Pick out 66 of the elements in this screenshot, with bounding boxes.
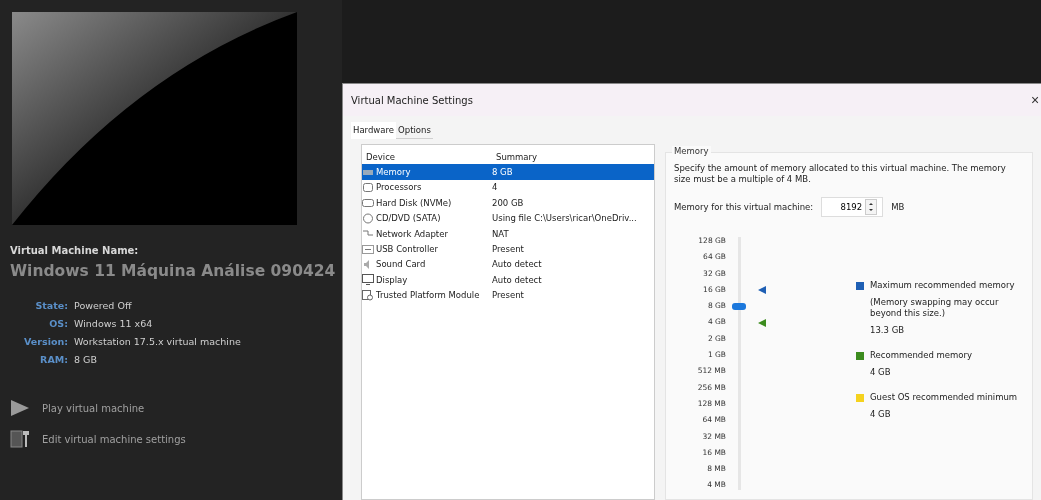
detail-value: Windows 11 x64 xyxy=(74,318,154,329)
group-title: Memory xyxy=(672,146,711,156)
detail-label: Version: xyxy=(23,336,68,347)
device-row[interactable]: Network Adapter NAT xyxy=(362,225,654,242)
summary-cell-text: Auto detect xyxy=(492,274,543,285)
device-cell: CD/DVD (SATA) xyxy=(362,212,492,224)
field-label: Memory for this virtual machine: xyxy=(674,202,814,212)
unit-label: MB xyxy=(891,202,905,212)
action-link[interactable]: Edit virtual machine settings xyxy=(10,429,342,449)
summary-cell-text: 4 xyxy=(492,182,499,193)
detail-label: RAM: xyxy=(39,354,68,365)
summary-cell-text: Present xyxy=(492,244,525,255)
legend-value: 4 GB xyxy=(870,367,892,378)
monitor-icon xyxy=(362,274,374,286)
device-cell: Display xyxy=(362,274,492,286)
device-cell: Sound Card xyxy=(362,258,492,270)
column-header: Summary xyxy=(495,151,539,162)
legend-label: Guest OS recommended minimum xyxy=(870,392,1018,403)
action-link[interactable]: Play virtual machine xyxy=(10,399,342,417)
summary-cell-text: Using file C:\Users\ricar\OneDriv... xyxy=(492,213,638,224)
name-label: Virtual Machine Name: xyxy=(10,245,140,256)
legend-note: (Memory swapping may occur beyond this size.) xyxy=(870,297,1000,319)
disc-icon xyxy=(362,212,374,224)
memory-field[interactable]: 8192 xyxy=(821,197,884,217)
summary-cell-text: Present xyxy=(492,290,525,301)
detail-value: 8 GB xyxy=(74,354,98,365)
device-row[interactable]: Hard Disk (NVMe) 200 GB xyxy=(362,195,654,211)
spinner-icon[interactable] xyxy=(865,199,878,215)
usb-icon xyxy=(362,243,374,255)
memory-input[interactable]: 8192 xyxy=(822,202,866,212)
device-cell: Memory xyxy=(362,166,492,178)
play-icon xyxy=(10,399,30,417)
device-row[interactable]: USB Controller Present xyxy=(362,241,654,257)
vm-name: Windows 11 Máquina Análise 090424 xyxy=(10,262,337,280)
processor-icon xyxy=(362,181,374,193)
summary-cell-text: NAT xyxy=(492,228,510,239)
summary-cell-text: 200 GB xyxy=(492,197,525,208)
settings-icon xyxy=(10,429,30,449)
window-title: Virtual Machine Settings xyxy=(351,94,473,106)
device-cell: Hard Disk (NVMe) xyxy=(362,197,492,209)
detail-value: Powered Off xyxy=(74,300,133,311)
description: Specify the amount of memory allocated to this virtual machine. The memory size must be a multiple of 4 MB. xyxy=(674,163,1007,185)
device-row[interactable]: Memory 8 GB xyxy=(362,164,654,180)
tab[interactable]: Hardware xyxy=(351,122,397,139)
legend-value: 13.3 GB xyxy=(870,325,906,336)
tab[interactable]: Options xyxy=(396,122,433,139)
summary-cell-text: 8 GB xyxy=(492,167,514,178)
device-cell: Trusted Platform Module xyxy=(362,289,492,301)
legend-label: Recommended memory xyxy=(870,350,973,361)
legend-value: 4 GB xyxy=(870,409,892,420)
device-cell: Network Adapter xyxy=(362,228,492,240)
device-row[interactable]: Sound Card Auto detect xyxy=(362,256,654,273)
column-header: Device xyxy=(365,151,397,162)
legend-label: Maximum recommended memory xyxy=(870,280,1015,291)
device-row[interactable]: CD/DVD (SATA) Using file C:\Users\ricar\OneDriv... xyxy=(362,210,654,226)
device-cell: Processors xyxy=(362,181,492,193)
device-row[interactable]: Display Auto detect xyxy=(362,272,654,288)
device-row[interactable]: Processors 4 xyxy=(362,179,654,196)
close-button[interactable]: × xyxy=(1031,92,1041,108)
detail-label: OS: xyxy=(48,318,68,329)
device-cell: USB Controller xyxy=(362,243,492,255)
detail-value: Workstation 17.5.x virtual machine xyxy=(74,336,242,347)
summary-cell-text: Auto detect xyxy=(492,259,543,270)
slider-thumb[interactable] xyxy=(732,302,746,310)
device-row[interactable]: Trusted Platform Module Present xyxy=(362,287,654,303)
detail-label: State: xyxy=(34,300,68,311)
